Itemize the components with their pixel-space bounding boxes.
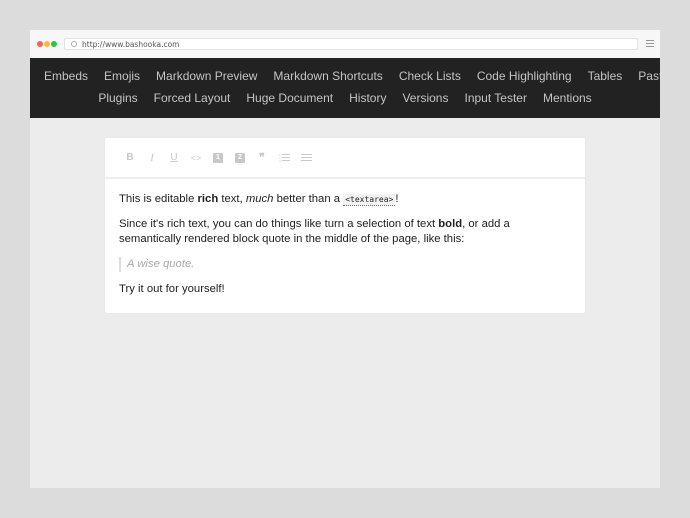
- editor-content[interactable]: This is editable rich text, much better …: [105, 179, 585, 297]
- code-icon[interactable]: <>: [185, 148, 207, 168]
- nav-item-input-tester[interactable]: Input Tester: [464, 91, 526, 105]
- paragraph-intro: This is editable rich text, much better …: [119, 192, 571, 207]
- text: Since it's rich text, you can do things …: [119, 218, 439, 230]
- nav-item-plugins[interactable]: Plugins: [98, 91, 137, 105]
- menu-icon[interactable]: [646, 40, 654, 47]
- rich-text-editor: B I U <> 1 2 ❞ 123 This is editable rich…: [105, 138, 585, 313]
- nav-item-paste-html[interactable]: Paste HTML: [638, 69, 660, 83]
- heading-two-icon: 2: [235, 152, 245, 163]
- text: This is editable: [119, 193, 198, 205]
- minimize-window-dot[interactable]: [44, 41, 50, 47]
- browser-chrome: http://www.bashooka.com: [30, 30, 660, 58]
- svg-text:3: 3: [279, 159, 281, 162]
- italic-icon[interactable]: I: [141, 148, 163, 168]
- heading-one-button[interactable]: 1: [207, 148, 229, 168]
- nav-item-check-lists[interactable]: Check Lists: [399, 69, 461, 83]
- text: better than a: [273, 193, 344, 205]
- block-quote: A wise quote.: [119, 257, 571, 272]
- heading-one-icon: 1: [213, 152, 223, 163]
- nav-item-markdown-shortcuts[interactable]: Markdown Shortcuts: [273, 69, 382, 83]
- globe-icon: [71, 41, 77, 47]
- bold-icon[interactable]: B: [119, 148, 141, 168]
- bold-text: bold: [438, 218, 463, 230]
- paragraph-explanation: Since it's rich text, you can do things …: [119, 217, 571, 247]
- address-bar[interactable]: http://www.bashooka.com: [64, 38, 638, 50]
- quote-icon[interactable]: ❞: [251, 148, 273, 168]
- nav-item-history[interactable]: History: [349, 91, 386, 105]
- text: text,: [218, 193, 246, 205]
- close-window-dot[interactable]: [37, 41, 43, 47]
- bold-text: rich: [197, 193, 219, 205]
- inline-code: <textarea>: [343, 194, 396, 206]
- nav-item-versions[interactable]: Versions: [402, 91, 448, 105]
- nav-item-markdown-preview[interactable]: Markdown Preview: [156, 69, 257, 83]
- italic-text: much: [245, 193, 274, 205]
- heading-two-button[interactable]: 2: [229, 148, 251, 168]
- nav-item-forced-layout[interactable]: Forced Layout: [154, 91, 231, 105]
- nav-row-2: Plugins Forced Layout Huge Document Hist…: [30, 87, 660, 109]
- url-text: http://www.bashooka.com: [82, 40, 180, 49]
- nav-item-mentions[interactable]: Mentions: [543, 91, 592, 105]
- nav-item-huge-document[interactable]: Huge Document: [246, 91, 333, 105]
- nav-item-embeds[interactable]: Embeds: [44, 69, 88, 83]
- text: !: [395, 193, 399, 205]
- maximize-window-dot[interactable]: [51, 41, 57, 47]
- formatting-toolbar: B I U <> 1 2 ❞ 123: [105, 138, 585, 179]
- browser-window: http://www.bashooka.com Embeds Emojis Ma…: [30, 30, 660, 488]
- examples-nav: Embeds Emojis Markdown Preview Markdown …: [30, 58, 660, 118]
- nav-row-1: Embeds Emojis Markdown Preview Markdown …: [30, 65, 660, 87]
- nav-item-emojis[interactable]: Emojis: [104, 69, 140, 83]
- bulleted-list-icon[interactable]: [295, 148, 317, 168]
- paragraph-call-to-action: Try it out for yourself!: [119, 283, 225, 295]
- nav-item-tables[interactable]: Tables: [588, 69, 623, 83]
- numbered-list-icon[interactable]: 123: [273, 148, 295, 168]
- underline-icon[interactable]: U: [163, 148, 185, 168]
- nav-item-code-highlighting[interactable]: Code Highlighting: [477, 69, 572, 83]
